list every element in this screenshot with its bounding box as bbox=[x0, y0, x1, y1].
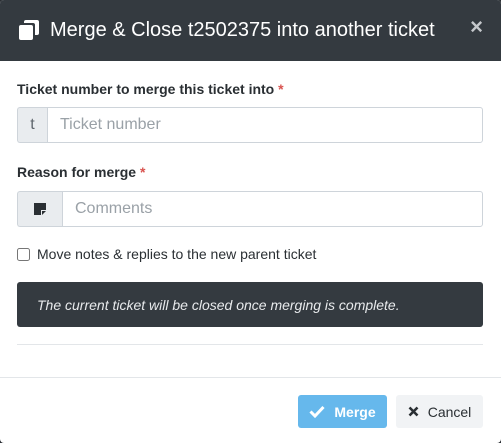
body-divider bbox=[17, 344, 483, 345]
dialog-title: Merge & Close t2502375 into another tick… bbox=[50, 19, 435, 41]
reason-label-text: Reason for merge bbox=[17, 164, 137, 180]
reason-comments-input[interactable] bbox=[62, 191, 483, 227]
merge-button-label: Merge bbox=[334, 403, 376, 420]
move-notes-label: Move notes & replies to the new parent t… bbox=[37, 246, 317, 262]
reason-icon-addon bbox=[17, 191, 62, 227]
sticky-note-icon bbox=[34, 203, 46, 215]
merge-notice: The current ticket will be closed once m… bbox=[17, 282, 483, 327]
check-icon bbox=[309, 405, 325, 418]
move-notes-checkbox[interactable] bbox=[17, 247, 30, 261]
reason-label: Reason for merge * bbox=[17, 164, 145, 180]
merge-notice-text: The current ticket will be closed once m… bbox=[37, 296, 400, 313]
close-x-icon bbox=[408, 406, 419, 417]
dialog-header: Merge & Close t2502375 into another tick… bbox=[0, 0, 501, 61]
footer-divider bbox=[0, 377, 501, 378]
ticket-number-label: Ticket number to merge this ticket into … bbox=[17, 81, 284, 97]
merge-button[interactable]: Merge bbox=[298, 395, 387, 428]
close-icon[interactable]: × bbox=[470, 14, 483, 40]
required-marker: * bbox=[278, 81, 284, 97]
ticket-number-input[interactable] bbox=[47, 107, 483, 143]
ticket-number-label-text: Ticket number to merge this ticket into bbox=[17, 81, 275, 97]
ticket-prefix-addon: t bbox=[17, 107, 47, 143]
reason-group bbox=[17, 191, 483, 227]
move-notes-option[interactable]: Move notes & replies to the new parent t… bbox=[17, 246, 316, 262]
required-marker: * bbox=[139, 164, 146, 180]
copy-icon bbox=[19, 20, 39, 40]
cancel-button[interactable]: Cancel bbox=[396, 395, 483, 428]
cancel-button-label: Cancel bbox=[427, 403, 472, 420]
ticket-number-group: t bbox=[17, 107, 483, 143]
dialog-body: Ticket number to merge this ticket into … bbox=[0, 61, 501, 374]
merge-dialog: Merge & Close t2502375 into another tick… bbox=[0, 0, 501, 443]
